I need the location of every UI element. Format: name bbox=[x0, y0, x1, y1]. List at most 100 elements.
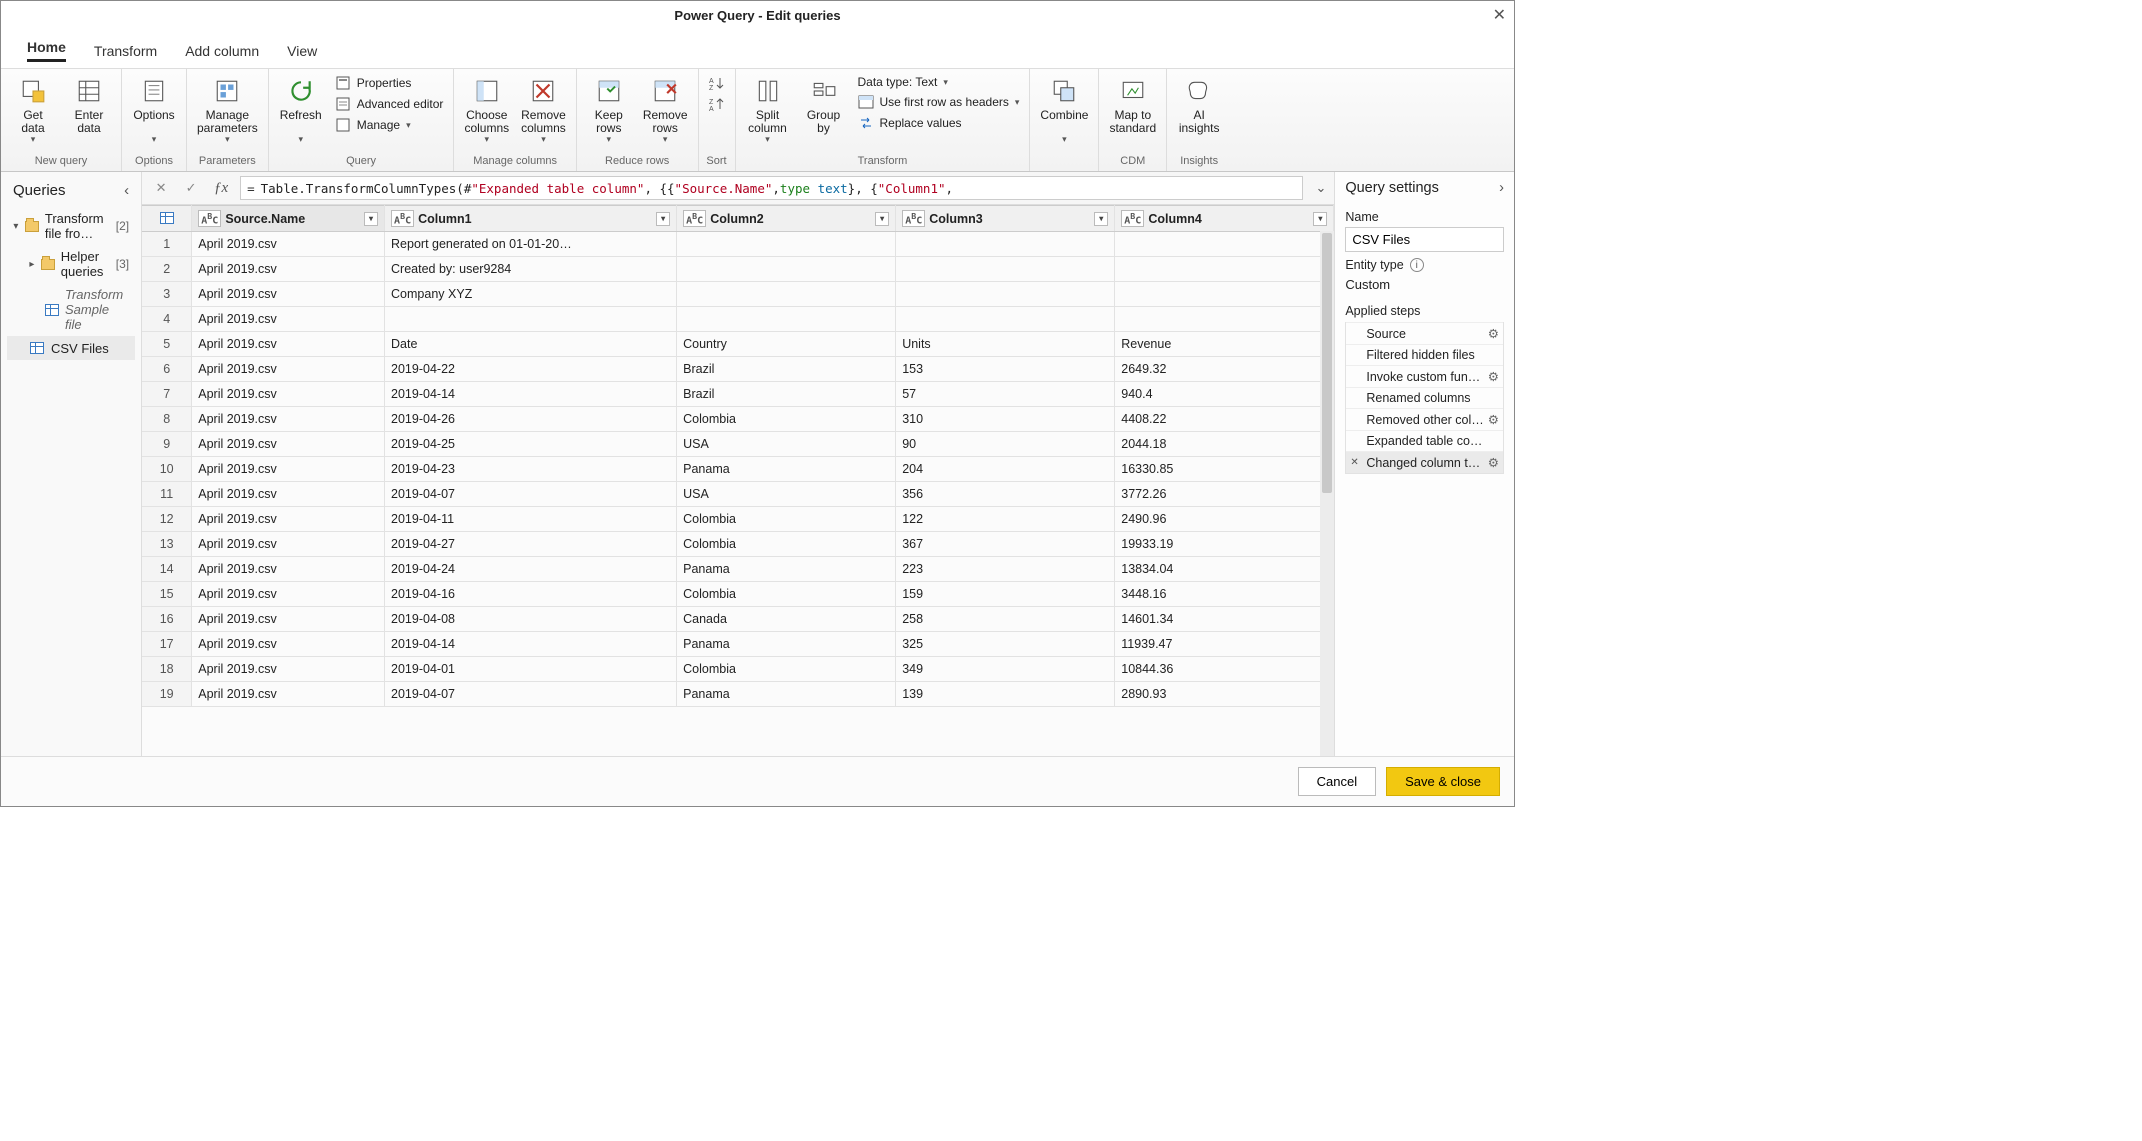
tree-folder-helper-queries[interactable]: ▸ Helper queries [3] bbox=[7, 245, 135, 283]
cell[interactable]: Units bbox=[896, 332, 1115, 357]
cell[interactable] bbox=[896, 282, 1115, 307]
table-row[interactable]: 16April 2019.csv2019-04-08Canada25814601… bbox=[142, 607, 1334, 632]
cell[interactable]: 122 bbox=[896, 507, 1115, 532]
row-index[interactable]: 15 bbox=[142, 582, 192, 607]
table-row[interactable]: 11April 2019.csv2019-04-07USA3563772.26 bbox=[142, 482, 1334, 507]
row-index[interactable]: 11 bbox=[142, 482, 192, 507]
cell[interactable]: 2019-04-07 bbox=[385, 682, 677, 707]
row-index[interactable]: 4 bbox=[142, 307, 192, 332]
cell[interactable]: April 2019.csv bbox=[192, 407, 385, 432]
table-row[interactable]: 7April 2019.csv2019-04-14Brazil57940.4 bbox=[142, 382, 1334, 407]
properties-button[interactable]: Properties bbox=[331, 73, 448, 93]
cell[interactable] bbox=[677, 232, 896, 257]
row-index[interactable]: 2 bbox=[142, 257, 192, 282]
tree-item-csv-files[interactable]: CSV Files bbox=[7, 336, 135, 360]
row-index[interactable]: 19 bbox=[142, 682, 192, 707]
table-row[interactable]: 5April 2019.csvDateCountryUnitsRevenue bbox=[142, 332, 1334, 357]
cell[interactable] bbox=[1115, 307, 1334, 332]
cell[interactable]: 153 bbox=[896, 357, 1115, 382]
cell[interactable]: Canada bbox=[677, 607, 896, 632]
cell[interactable]: Panama bbox=[677, 557, 896, 582]
cell[interactable]: April 2019.csv bbox=[192, 282, 385, 307]
tree-folder-transform-file[interactable]: ▾ Transform file fro… [2] bbox=[7, 207, 135, 245]
table-corner[interactable] bbox=[142, 206, 192, 232]
row-index[interactable]: 9 bbox=[142, 432, 192, 457]
cell[interactable]: 2490.96 bbox=[1115, 507, 1334, 532]
split-column-button[interactable]: Split column▾ bbox=[742, 73, 794, 145]
table-row[interactable]: 6April 2019.csv2019-04-22Brazil1532649.3… bbox=[142, 357, 1334, 382]
gear-icon[interactable]: ⚙ bbox=[1488, 455, 1499, 470]
cell[interactable]: 2019-04-11 bbox=[385, 507, 677, 532]
row-index[interactable]: 16 bbox=[142, 607, 192, 632]
cell[interactable]: 3772.26 bbox=[1115, 482, 1334, 507]
col-header-column4[interactable]: ABCColumn4▾ bbox=[1115, 206, 1334, 232]
cell[interactable]: 204 bbox=[896, 457, 1115, 482]
group-by-button[interactable]: Group by bbox=[798, 73, 850, 135]
cell[interactable]: 356 bbox=[896, 482, 1115, 507]
cell[interactable]: Created by: user9284 bbox=[385, 257, 677, 282]
cell[interactable]: USA bbox=[677, 482, 896, 507]
cell[interactable] bbox=[677, 257, 896, 282]
collapse-settings-icon[interactable]: › bbox=[1499, 180, 1504, 196]
cell[interactable]: April 2019.csv bbox=[192, 557, 385, 582]
tree-item-transform-sample[interactable]: Transform Sample file bbox=[7, 283, 135, 336]
table-row[interactable]: 18April 2019.csv2019-04-01Colombia349108… bbox=[142, 657, 1334, 682]
cell[interactable]: Panama bbox=[677, 682, 896, 707]
tab-view[interactable]: View bbox=[273, 37, 331, 65]
table-row[interactable]: 10April 2019.csv2019-04-23Panama20416330… bbox=[142, 457, 1334, 482]
cell[interactable]: Brazil bbox=[677, 357, 896, 382]
cell[interactable]: 16330.85 bbox=[1115, 457, 1334, 482]
cell[interactable]: 2019-04-22 bbox=[385, 357, 677, 382]
cell[interactable]: April 2019.csv bbox=[192, 382, 385, 407]
applied-step[interactable]: Source⚙ bbox=[1346, 322, 1503, 344]
cell[interactable] bbox=[1115, 232, 1334, 257]
cell[interactable]: April 2019.csv bbox=[192, 682, 385, 707]
applied-step[interactable]: Renamed columns bbox=[1346, 387, 1503, 408]
cell[interactable]: 2019-04-14 bbox=[385, 632, 677, 657]
collapse-queries-icon[interactable]: ‹ bbox=[124, 182, 129, 199]
cell[interactable]: 2019-04-27 bbox=[385, 532, 677, 557]
formula-cancel-icon[interactable]: ✕ bbox=[150, 177, 172, 199]
combine-button[interactable]: Combine▾ bbox=[1036, 73, 1092, 145]
sort-asc-button[interactable]: AZ bbox=[705, 73, 729, 93]
row-index[interactable]: 1 bbox=[142, 232, 192, 257]
gear-icon[interactable]: ⚙ bbox=[1488, 369, 1499, 384]
cell[interactable] bbox=[896, 232, 1115, 257]
keep-rows-button[interactable]: Keep rows▾ bbox=[583, 73, 635, 145]
col-header-column2[interactable]: ABCColumn2▾ bbox=[677, 206, 896, 232]
table-row[interactable]: 9April 2019.csv2019-04-25USA902044.18 bbox=[142, 432, 1334, 457]
cell[interactable]: April 2019.csv bbox=[192, 532, 385, 557]
cell[interactable]: 4408.22 bbox=[1115, 407, 1334, 432]
cell[interactable]: April 2019.csv bbox=[192, 432, 385, 457]
cell[interactable] bbox=[896, 257, 1115, 282]
cancel-button[interactable]: Cancel bbox=[1298, 767, 1376, 796]
first-row-headers-button[interactable]: Use first row as headers ▾ bbox=[854, 92, 1024, 112]
cell[interactable]: 367 bbox=[896, 532, 1115, 557]
cell[interactable]: 2019-04-01 bbox=[385, 657, 677, 682]
cell[interactable]: USA bbox=[677, 432, 896, 457]
cell[interactable]: Colombia bbox=[677, 582, 896, 607]
table-row[interactable]: 8April 2019.csv2019-04-26Colombia3104408… bbox=[142, 407, 1334, 432]
filter-icon[interactable]: ▾ bbox=[875, 212, 889, 226]
cell[interactable]: 19933.19 bbox=[1115, 532, 1334, 557]
choose-columns-button[interactable]: Choose columns▾ bbox=[460, 73, 513, 145]
map-to-standard-button[interactable]: Map to standard bbox=[1105, 73, 1160, 135]
cell[interactable]: Brazil bbox=[677, 382, 896, 407]
cell[interactable]: April 2019.csv bbox=[192, 307, 385, 332]
refresh-button[interactable]: Refresh▾ bbox=[275, 73, 327, 145]
applied-step[interactable]: Invoke custom fun…⚙ bbox=[1346, 365, 1503, 387]
cell[interactable]: 940.4 bbox=[1115, 382, 1334, 407]
cell[interactable]: 90 bbox=[896, 432, 1115, 457]
row-index[interactable]: 5 bbox=[142, 332, 192, 357]
cell[interactable] bbox=[1115, 257, 1334, 282]
row-index[interactable]: 6 bbox=[142, 357, 192, 382]
cell[interactable] bbox=[385, 307, 677, 332]
table-row[interactable]: 3April 2019.csvCompany XYZ bbox=[142, 282, 1334, 307]
cell[interactable]: Colombia bbox=[677, 532, 896, 557]
col-header-source-name[interactable]: ABCSource.Name▾ bbox=[192, 206, 385, 232]
cell[interactable]: 14601.34 bbox=[1115, 607, 1334, 632]
manage-parameters-button[interactable]: Manage parameters▾ bbox=[193, 73, 262, 145]
tab-home[interactable]: Home bbox=[13, 33, 80, 68]
table-row[interactable]: 12April 2019.csv2019-04-11Colombia122249… bbox=[142, 507, 1334, 532]
cell[interactable] bbox=[677, 282, 896, 307]
